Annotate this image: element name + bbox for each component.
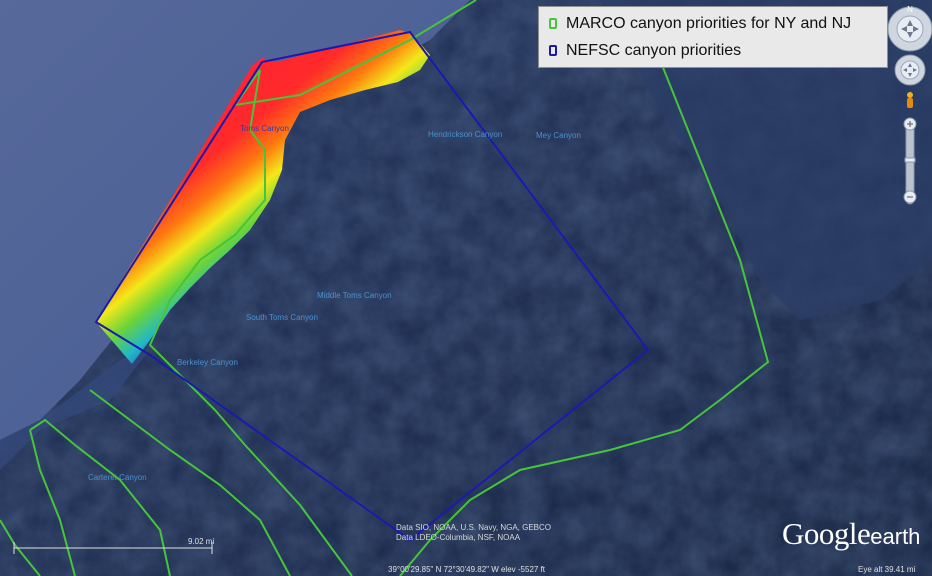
navigation-controls[interactable]: N [886,2,932,212]
north-indicator[interactable]: N [907,5,913,14]
legend-item-marco: MARCO canyon priorities for NY and NJ [547,10,879,37]
canyon-label-berkeley[interactable]: Berkeley Canyon [177,358,238,367]
street-view-pegman-icon[interactable] [907,92,913,108]
move-control[interactable] [894,54,926,86]
legend-item-nefsc: NEFSC canyon priorities [547,37,879,64]
map-legend: MARCO canyon priorities for NY and NJ NE… [538,6,888,68]
canyon-label-middle-toms[interactable]: Middle Toms Canyon [317,291,392,300]
zoom-slider[interactable] [903,117,917,205]
legend-label-marco: MARCO canyon priorities for NY and NJ [566,14,852,32]
legend-swatch-marco [549,18,557,29]
legend-swatch-nefsc [549,45,557,56]
canyon-label-mey[interactable]: Mey Canyon [536,131,581,140]
logo-main: Google [782,516,871,551]
google-earth-logo: Googleearth [782,516,920,552]
eye-altitude-readout: Eye alt 39.41 mi [858,565,916,574]
attribution-line-2: Data LDEO-Columbia, NSF, NOAA [396,533,521,542]
map-view[interactable]: MARCO canyon priorities for NY and NJ NE… [0,0,932,576]
canyon-label-toms[interactable]: Toms Canyon [240,124,289,133]
scale-label: 9.02 mi [188,537,215,546]
canyon-label-hendrickson[interactable]: Hendrickson Canyon [428,130,502,139]
canyon-label-carteret[interactable]: Carteret Canyon [88,473,147,482]
logo-sub: earth [870,524,921,549]
bathymetry-map[interactable] [0,0,932,576]
attribution-line-1: Data SIO, NOAA, U.S. Navy, NGA, GEBCO [396,523,551,532]
canyon-label-south-toms[interactable]: South Toms Canyon [246,313,318,322]
coordinates-readout: 39°00'29.85" N 72°30'49.82" W elev -5527… [388,565,546,574]
legend-label-nefsc: NEFSC canyon priorities [566,41,742,59]
